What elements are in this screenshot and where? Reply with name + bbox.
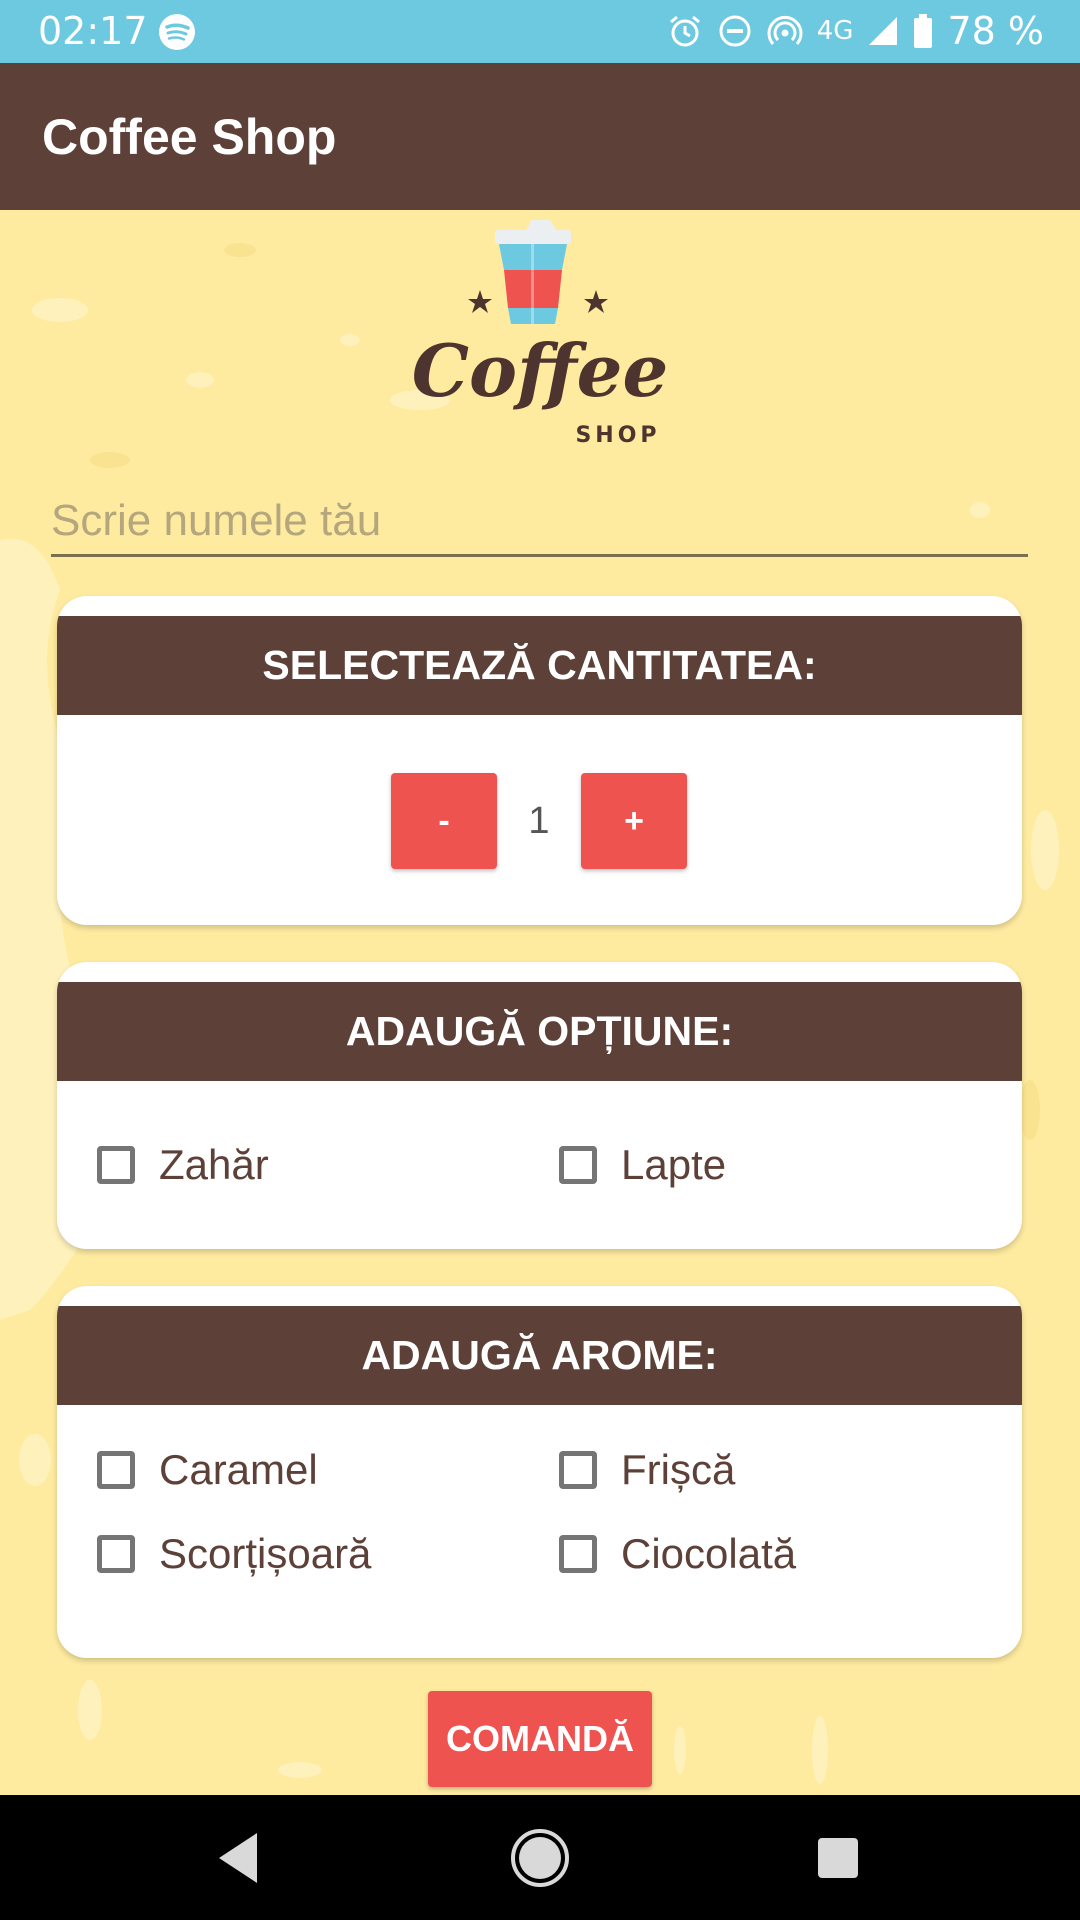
checkbox-scortisoara[interactable]: Scorțișoară — [57, 1524, 371, 1584]
app-title: Coffee Shop — [42, 109, 337, 165]
network-type: 4G — [816, 16, 854, 46]
increment-button[interactable]: + — [581, 773, 687, 869]
checkbox-box[interactable] — [97, 1451, 135, 1489]
quantity-card: SELECTEAZĂ CANTITATEA: - 1 + — [57, 596, 1022, 925]
checkbox-label: Zahăr — [159, 1141, 269, 1188]
hotspot-icon — [767, 15, 803, 45]
options-header: ADAUGĂ OPȚIUNE: — [57, 982, 1022, 1081]
order-button[interactable]: COMANDĂ — [428, 1691, 652, 1787]
alarm-icon — [669, 15, 700, 47]
checkbox-lapte[interactable]: Lapte — [519, 1135, 726, 1195]
checkbox-label: Frișcă — [621, 1446, 736, 1493]
status-time: 02:17 — [38, 9, 148, 53]
signal-icon — [869, 17, 898, 45]
decrement-button[interactable]: - — [391, 773, 497, 869]
battery-level: 78 % — [947, 9, 1044, 53]
checkbox-box[interactable] — [559, 1146, 597, 1184]
spotify-icon — [159, 14, 195, 50]
navigation-bar — [0, 1795, 1080, 1920]
aromas-card: ADAUGĂ AROME: Caramel Frișcă Scorțișoară… — [57, 1286, 1022, 1658]
aromas-header: ADAUGĂ AROME: — [57, 1306, 1022, 1405]
logo-shop-text: SHOP — [575, 423, 660, 448]
checkbox-label: Caramel — [159, 1446, 318, 1493]
app-bar: Coffee Shop — [0, 63, 1080, 210]
quantity-header: SELECTEAZĂ CANTITATEA: — [57, 616, 1022, 715]
status-icons: 4G 78 % — [667, 8, 1044, 54]
checkbox-box[interactable] — [559, 1451, 597, 1489]
checkbox-label: Scorțișoară — [159, 1530, 372, 1577]
checkbox-zahar[interactable]: Zahăr — [57, 1135, 269, 1195]
logo-script-text: Coffee — [412, 328, 669, 413]
recent-apps-icon[interactable] — [805, 1825, 871, 1891]
name-input[interactable] — [51, 488, 1028, 557]
status-bar: 02:17 4G 78 % — [0, 0, 1080, 63]
do-not-disturb-icon — [719, 15, 751, 47]
checkbox-ciocolata[interactable]: Ciocolată — [519, 1524, 796, 1584]
quantity-value: 1 — [528, 800, 550, 842]
checkbox-box[interactable] — [559, 1535, 597, 1573]
checkbox-caramel[interactable]: Caramel — [57, 1440, 318, 1500]
coffee-shop-logo: Coffee SHOP — [412, 220, 669, 448]
checkbox-box[interactable] — [97, 1535, 135, 1573]
battery-icon — [914, 14, 933, 48]
checkbox-label: Ciocolată — [621, 1530, 797, 1577]
checkbox-label: Lapte — [621, 1141, 727, 1188]
home-icon[interactable] — [507, 1825, 573, 1891]
options-card: ADAUGĂ OPȚIUNE: Zahăr Lapte — [57, 962, 1022, 1249]
checkbox-frisca[interactable]: Frișcă — [519, 1440, 735, 1500]
back-icon[interactable] — [205, 1825, 271, 1891]
checkbox-box[interactable] — [97, 1146, 135, 1184]
